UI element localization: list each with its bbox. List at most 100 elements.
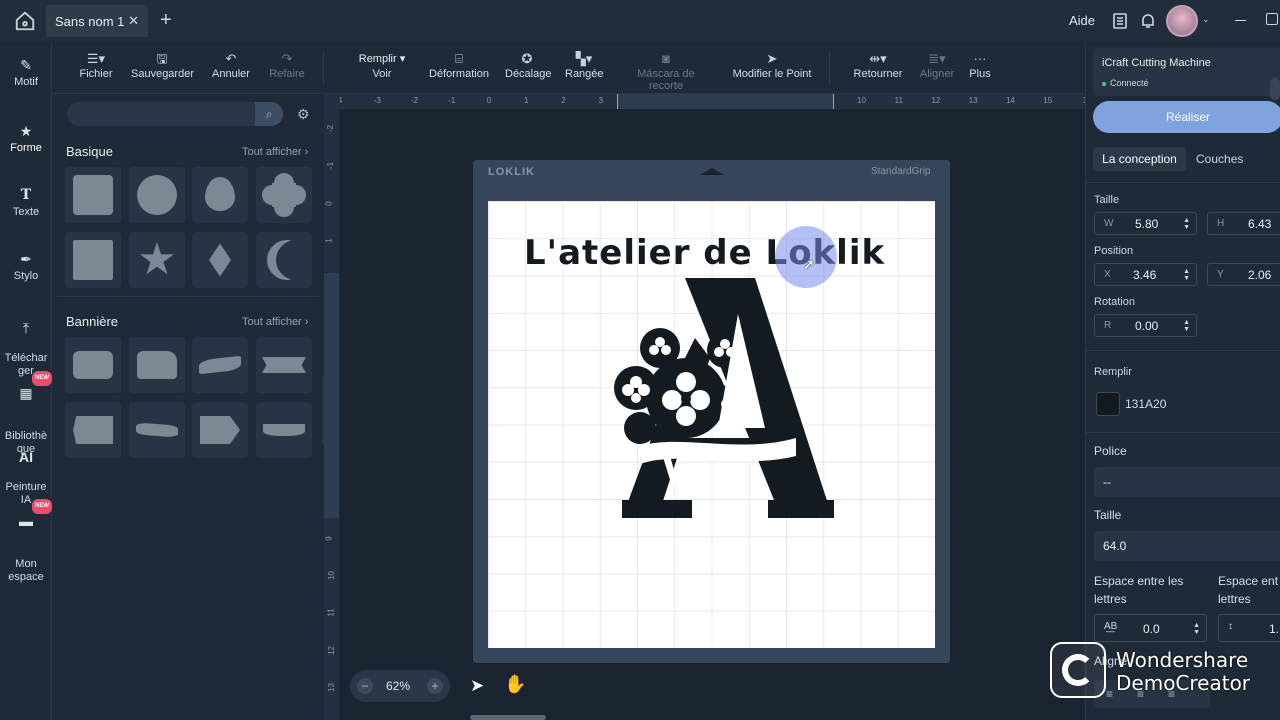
edit-point-button[interactable]: ➤ Modifier le Point bbox=[732, 50, 812, 80]
stepper-icon[interactable]: ▲ ▼ bbox=[1193, 622, 1200, 636]
shape-diamond[interactable] bbox=[192, 232, 248, 288]
tab-design[interactable]: La conception bbox=[1093, 147, 1186, 171]
search-icon[interactable]: ⌕ bbox=[255, 102, 283, 126]
machine-card[interactable]: iCraft Cutting Machine Connecté bbox=[1093, 48, 1280, 96]
stepper-icon[interactable]: ▲ ▼ bbox=[1183, 217, 1190, 231]
shape-banner-scalloped[interactable] bbox=[65, 337, 121, 393]
menu-icon: ☰▾ bbox=[86, 51, 106, 66]
maximize-icon[interactable] bbox=[1266, 13, 1278, 25]
font-size-input[interactable]: 64.0 bbox=[1094, 531, 1280, 561]
document-list-icon[interactable] bbox=[1111, 12, 1129, 30]
line-spacing-icon: ↕ bbox=[1228, 621, 1233, 632]
mat-brand: LOKLIK bbox=[488, 166, 535, 178]
shape-banner-label[interactable] bbox=[65, 402, 121, 458]
height-field[interactable]: H 6.43 bbox=[1207, 212, 1280, 235]
line-spacing-field[interactable]: ↕ 1. bbox=[1218, 614, 1280, 642]
horizontal-scrollbar[interactable] bbox=[470, 715, 546, 720]
field-prefix: W bbox=[1104, 218, 1114, 229]
tab-layers[interactable]: Couches bbox=[1196, 147, 1243, 171]
show-all-basic-link[interactable]: Tout afficher › bbox=[242, 146, 308, 158]
ruler-tick-label: 15 bbox=[1043, 96, 1053, 105]
fill-select[interactable]: Remplir ▾ Voir bbox=[350, 50, 414, 80]
divider bbox=[1085, 432, 1280, 433]
flip-button[interactable]: ⇹▾ Retourner bbox=[853, 50, 903, 80]
arrange-button[interactable]: ▚▾ Rangée bbox=[565, 50, 604, 80]
rotation-field[interactable]: R 0.00 ▲ ▼ bbox=[1094, 314, 1197, 337]
letter-spacing-field[interactable]: A͟B 0.0 ▲ ▼ bbox=[1094, 614, 1207, 642]
panel-scrollbar[interactable] bbox=[1270, 78, 1280, 100]
shape-drop[interactable] bbox=[192, 167, 248, 223]
align-button[interactable]: ≣▾ Aligner bbox=[919, 50, 955, 80]
help-link[interactable]: Aide bbox=[1069, 13, 1095, 28]
shape-rounded-square[interactable] bbox=[65, 167, 121, 223]
shape-banner-wave[interactable] bbox=[192, 337, 248, 393]
shape-banner-scroll[interactable] bbox=[256, 402, 312, 458]
shape-quatrefoil[interactable] bbox=[256, 167, 312, 223]
ruler-tick-label: -2 bbox=[326, 124, 336, 133]
shape-crescent[interactable] bbox=[256, 232, 312, 288]
shapes-panel: ⌕ ⚙ Basique Tout afficher › ★ Bannière T… bbox=[53, 42, 323, 720]
stepper-icon[interactable]: ▲ ▼ bbox=[1183, 268, 1190, 282]
new-tab-icon[interactable]: + bbox=[160, 9, 172, 32]
rail-item-stylo[interactable]: ✒ Stylo bbox=[0, 252, 52, 283]
select-tool-icon[interactable]: ➤ bbox=[470, 676, 484, 696]
tool-label: Annuler bbox=[212, 68, 250, 80]
rail-item-texte[interactable]: T Texte bbox=[0, 188, 52, 219]
shape-banner-arrow[interactable] bbox=[192, 402, 248, 458]
offset-button[interactable]: ✪ Décalage bbox=[505, 50, 552, 80]
rail-item-ai[interactable]: AI Peinture IA bbox=[0, 437, 52, 507]
field-prefix: H bbox=[1217, 218, 1225, 229]
tool-label: Décalage bbox=[505, 68, 552, 80]
deform-button[interactable]: ⌸ Déformation bbox=[428, 50, 490, 80]
ruler-tick-label: -3 bbox=[373, 96, 381, 105]
shape-square[interactable] bbox=[65, 232, 121, 288]
chevron-down-icon[interactable]: ⌄ bbox=[1202, 14, 1210, 25]
search-input[interactable]: ⌕ bbox=[67, 102, 283, 126]
mask-button[interactable]: ◙ Máscara de recorte bbox=[620, 50, 712, 92]
show-all-banner-link[interactable]: Tout afficher › bbox=[242, 316, 308, 328]
width-field[interactable]: W 5.80 ▲ ▼ bbox=[1094, 212, 1197, 235]
caret-down-icon: ▾ bbox=[399, 53, 406, 65]
mat-type: StandardGrip bbox=[871, 166, 931, 177]
floral-letter-a[interactable] bbox=[600, 278, 840, 522]
zoom-out-button[interactable]: − bbox=[357, 678, 373, 694]
y-field[interactable]: Y 2.06 bbox=[1207, 263, 1280, 286]
font-select[interactable]: -- bbox=[1094, 467, 1280, 497]
rail-item-forme[interactable]: ★ Forme bbox=[0, 124, 52, 155]
shape-circle[interactable] bbox=[129, 167, 185, 223]
hand-tool-icon[interactable]: ✋ bbox=[504, 674, 526, 695]
shape-banner-ribbon[interactable] bbox=[256, 337, 312, 393]
filter-icon[interactable]: ⚙ bbox=[297, 106, 310, 123]
close-tab-icon[interactable]: ✕ bbox=[128, 13, 139, 29]
font-size-label: Taille bbox=[1094, 508, 1122, 522]
redo-button[interactable]: ↷ Refaire bbox=[267, 50, 307, 80]
save-button[interactable]: 🖫 Sauvegarder bbox=[131, 50, 194, 80]
shape-star[interactable]: ★ bbox=[129, 232, 185, 288]
home-icon[interactable] bbox=[14, 10, 36, 32]
user-avatar[interactable] bbox=[1166, 5, 1198, 37]
rail-item-space[interactable]: ▬ NEW Mon espace bbox=[0, 499, 52, 584]
fill-color-value[interactable]: 131A20 bbox=[1125, 397, 1166, 411]
ruler-tick-label: -1 bbox=[326, 162, 336, 170]
stepper-icon[interactable]: ▲ ▼ bbox=[1183, 319, 1190, 333]
document-tab[interactable]: Sans nom 1 ✕ bbox=[46, 5, 148, 37]
rail-item-label: Texte bbox=[12, 206, 40, 218]
rail-item-motif[interactable]: ✎ Motif bbox=[0, 58, 52, 89]
minimize-icon[interactable] bbox=[1235, 20, 1246, 21]
undo-button[interactable]: ↶ Annuler bbox=[211, 50, 251, 80]
shape-banner-tab[interactable] bbox=[129, 337, 185, 393]
more-button[interactable]: ··· Plus bbox=[969, 50, 991, 80]
x-field[interactable]: X 3.46 ▲ ▼ bbox=[1094, 263, 1197, 286]
zoom-in-button[interactable]: + bbox=[427, 678, 443, 694]
file-menu[interactable]: ☰▾ Fichier bbox=[79, 50, 113, 80]
rail-item-upload[interactable]: ⤒ Téléchar ger bbox=[0, 308, 52, 378]
document-tab-title: Sans nom 1 bbox=[55, 14, 125, 29]
shape-banner-flag[interactable] bbox=[129, 402, 185, 458]
fill-color-swatch[interactable] bbox=[1096, 392, 1120, 416]
make-button[interactable]: Réaliser bbox=[1093, 101, 1280, 133]
deform-icon: ⌸ bbox=[455, 51, 463, 66]
ruler-tick-label: 2 bbox=[561, 96, 566, 105]
fill-label: Remplir bbox=[1094, 366, 1132, 378]
tool-label: Déformation bbox=[429, 68, 489, 80]
bell-icon[interactable] bbox=[1139, 12, 1157, 30]
